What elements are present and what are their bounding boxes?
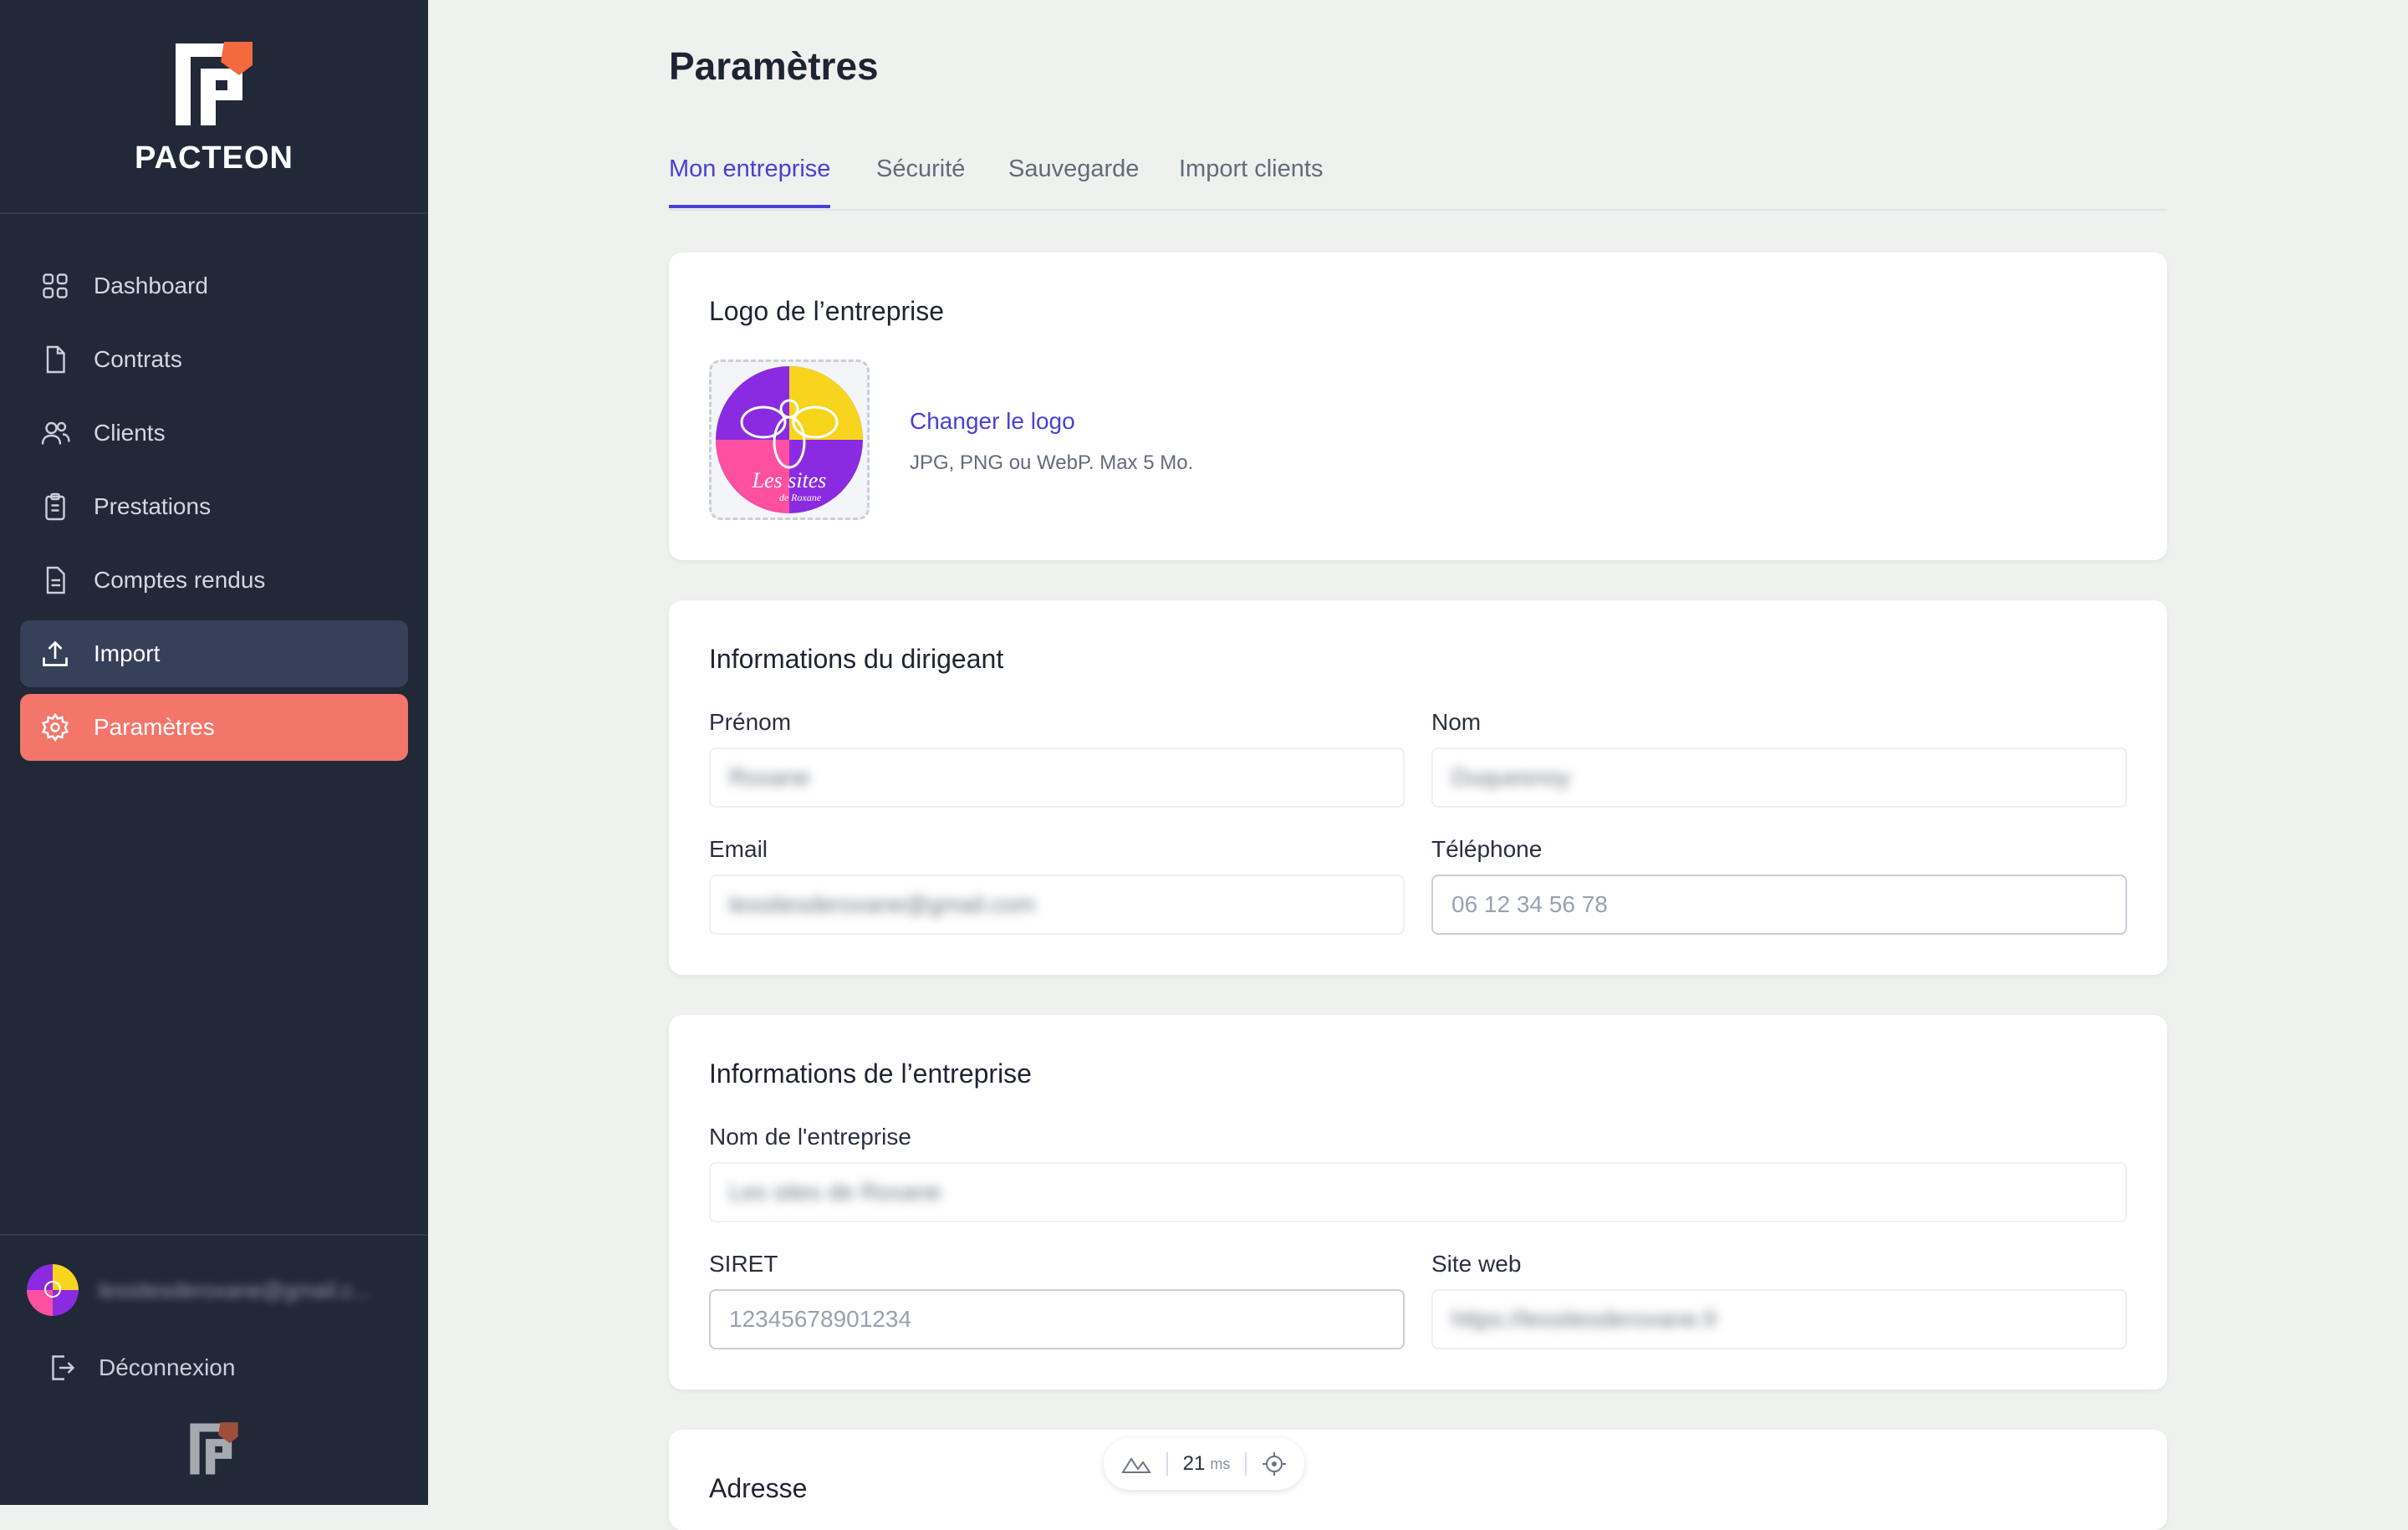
sidebar-item-prestations[interactable]: Prestations — [20, 473, 408, 540]
website-value: https://lessitesderoxane.fr — [1451, 1306, 1719, 1332]
upload-icon — [43, 640, 68, 666]
first-name-label: Prénom — [709, 709, 792, 735]
owner-card-title: Informations du dirigeant — [709, 644, 1004, 674]
sidebar-item-comptes-rendus[interactable]: Comptes rendus — [20, 547, 408, 614]
report-icon — [46, 566, 65, 594]
clipboard-icon — [45, 492, 65, 521]
sidebar-divider — [0, 1234, 428, 1236]
email-label: Email — [709, 836, 768, 862]
company-name-label: Nom de l'entreprise — [709, 1124, 911, 1150]
sidebar-item-dashboard[interactable]: Dashboard — [20, 252, 408, 319]
user-logo-icon — [27, 1264, 79, 1316]
company-name-field[interactable]: Les sites de Roxane — [709, 1162, 2127, 1222]
divider — [1166, 1452, 1168, 1476]
sidebar-item-label: Contrats — [94, 346, 182, 372]
company-logo-preview[interactable]: Les sites de Roxane — [709, 360, 870, 520]
logo-subtext: de Roxane — [779, 492, 822, 503]
sidebar-item-parametres[interactable]: Paramètres — [20, 694, 408, 761]
phone-placeholder: 06 12 34 56 78 — [1451, 891, 1608, 917]
logout-button[interactable]: Déconnexion — [47, 1349, 235, 1386]
metrics-unit: ms — [1210, 1455, 1231, 1472]
settings-tabs: Mon entreprise Sécurité Sauvegarde Impor… — [669, 147, 2167, 211]
logout-label: Déconnexion — [99, 1354, 236, 1380]
siret-label: SIRET — [709, 1251, 778, 1277]
sidebar-item-label: Dashboard — [94, 273, 208, 298]
change-logo-link[interactable]: Changer le logo — [910, 408, 1075, 435]
address-card-title: Adresse — [709, 1473, 808, 1503]
phone-label: Téléphone — [1431, 836, 1543, 862]
company-card-title: Informations de l’entreprise — [709, 1058, 1032, 1089]
logout-icon — [52, 1355, 75, 1380]
tab-sauvegarde[interactable]: Sauvegarde — [1008, 156, 1139, 205]
siret-placeholder: 12345678901234 — [729, 1306, 912, 1332]
logo-card: Logo de l’entreprise Les sites de Roxane… — [669, 252, 2167, 560]
email-value: lessitesderoxane@gmail.com — [729, 891, 1036, 917]
sidebar-item-label: Prestations — [94, 493, 212, 519]
sidebar-item-label: Comptes rendus — [94, 567, 266, 593]
metrics-value: 21 — [1182, 1452, 1206, 1475]
tab-import-clients[interactable]: Import clients — [1179, 156, 1323, 205]
first-name-value: Roxane — [729, 764, 810, 790]
company-card: Informations de l’entreprise Nom de l'en… — [669, 1015, 2167, 1390]
pacteon-logo-icon[interactable] — [172, 40, 256, 129]
users-icon — [41, 421, 70, 445]
last-name-field[interactable]: Duquesnoy — [1431, 747, 2127, 808]
brand-header: PACTEON — [0, 0, 428, 214]
sidebar-item-contrats[interactable]: Contrats — [20, 326, 408, 393]
logo-text: Les sites — [752, 468, 827, 492]
page-title: Paramètres — [669, 44, 879, 88]
avatar[interactable] — [27, 1264, 79, 1316]
sidebar-item-import[interactable]: Import — [20, 620, 408, 687]
crosshair-icon — [1263, 1452, 1287, 1476]
email-field[interactable]: lessitesderoxane@gmail.com — [709, 875, 1405, 935]
user-email: lessitesderoxane@gmail.c... — [99, 1278, 371, 1303]
website-label: Site web — [1431, 1251, 1522, 1277]
sidebar-item-label: Clients — [94, 420, 166, 446]
performance-widget[interactable]: 21 ms — [1104, 1438, 1304, 1490]
document-icon — [46, 345, 65, 374]
website-field[interactable]: https://lessitesderoxane.fr — [1431, 1289, 2127, 1349]
gear-icon — [42, 712, 69, 742]
mountain-icon — [1120, 1457, 1151, 1473]
sidebar-item-clients[interactable]: Clients — [20, 400, 408, 467]
phone-field[interactable]: 06 12 34 56 78 — [1431, 875, 2127, 935]
owner-card: Informations du dirigeant Prénom Roxane … — [669, 600, 2167, 975]
tab-securite[interactable]: Sécurité — [876, 156, 965, 205]
logo-hint: JPG, PNG ou WebP. Max 5 Mo. — [910, 451, 1194, 474]
divider — [1245, 1452, 1247, 1476]
company-logo-image: Les sites de Roxane — [716, 366, 863, 513]
brand-name: PACTEON — [135, 140, 293, 176]
grid-icon — [43, 273, 68, 298]
tab-mon-entreprise[interactable]: Mon entreprise — [669, 156, 831, 208]
pacteon-small-logo-icon — [190, 1422, 238, 1475]
sidebar: PACTEON Dashboard Contrats Clients Prest… — [0, 0, 428, 1505]
company-name-value: Les sites de Roxane — [729, 1179, 941, 1205]
sidebar-nav: Dashboard Contrats Clients Prestations C… — [20, 252, 408, 768]
first-name-field[interactable]: Roxane — [709, 747, 1405, 808]
last-name-label: Nom — [1431, 709, 1482, 735]
last-name-value: Duquesnoy — [1451, 764, 1570, 790]
sidebar-item-label: Import — [94, 640, 161, 666]
sidebar-item-label: Paramètres — [94, 714, 215, 740]
address-card: Adresse — [669, 1430, 2167, 1530]
siret-field[interactable]: 12345678901234 — [709, 1289, 1405, 1349]
logo-card-title: Logo de l’entreprise — [709, 296, 945, 326]
